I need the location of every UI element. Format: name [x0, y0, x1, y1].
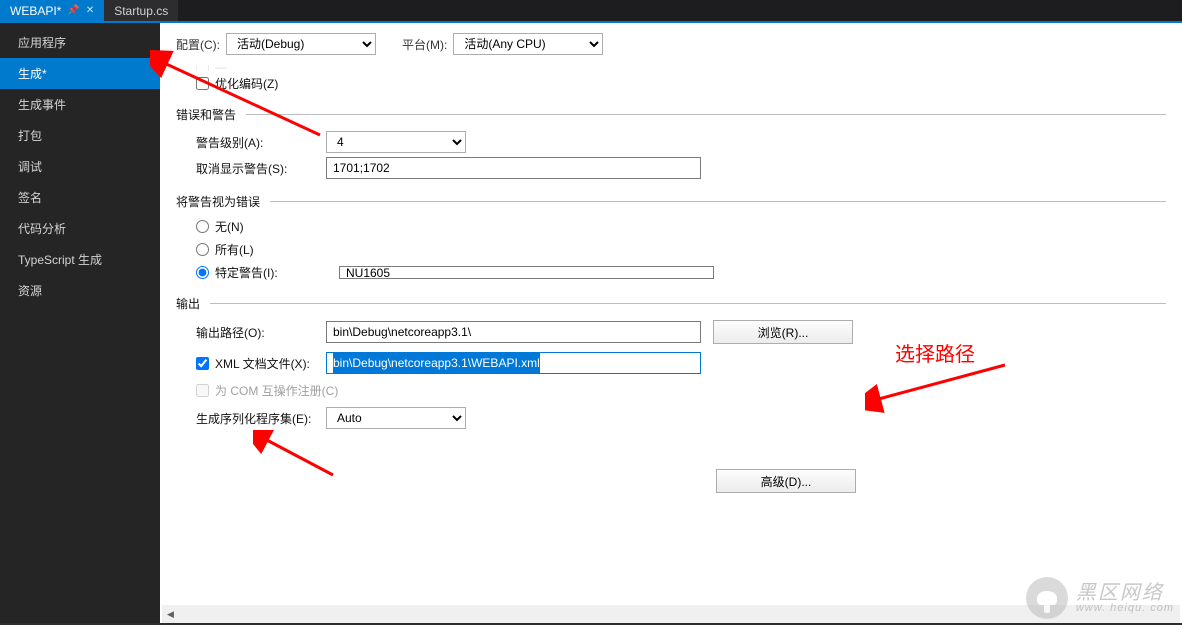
horizontal-scrollbar[interactable]: ◀	[162, 605, 1180, 623]
sidebar-item-signing[interactable]: 签名	[0, 182, 160, 213]
pin-icon[interactable]: 📌	[67, 5, 79, 16]
close-icon[interactable]: ✕	[86, 5, 94, 16]
advanced-button[interactable]: 高级(D)...	[716, 469, 856, 493]
tab-strip-fill	[178, 0, 1182, 21]
platform-label-wrap: 平台(M): 活动(Any CPU)	[402, 33, 603, 55]
sidebar-item-debug[interactable]: 调试	[0, 151, 160, 182]
config-label-wrap: 配置(C): 活动(Debug)	[176, 33, 376, 55]
serializer-select[interactable]: Auto	[326, 407, 466, 429]
tab-startup[interactable]: Startup.cs	[104, 0, 178, 21]
treat-specific-radio[interactable]	[196, 266, 209, 279]
topbar: 配置(C): 活动(Debug) 平台(M): 活动(Any CPU)	[160, 23, 1182, 65]
optimize-row: 优化编码(Z)	[176, 75, 1166, 92]
form-area: — 优化编码(Z) 错误和警告 警告级别(A): 4 取消显示警告	[160, 65, 1182, 623]
treat-none-label: 无(N)	[215, 218, 244, 235]
xml-doc-label: XML 文档文件(X):	[215, 355, 310, 372]
sidebar-item-package[interactable]: 打包	[0, 120, 160, 151]
treat-none-row[interactable]: 无(N)	[176, 218, 1166, 235]
serializer-label: 生成序列化程序集(E):	[196, 410, 326, 427]
output-block: 输出路径(O): 浏览(R)... XML 文档文件(X): bin\Debug…	[176, 320, 1166, 429]
output-path-row: 输出路径(O): 浏览(R)...	[176, 320, 1166, 344]
treat-all-label: 所有(L)	[215, 241, 254, 258]
xml-doc-value: bin\Debug\netcoreapp3.1\WEBAPI.xml	[333, 353, 540, 373]
sidebar: 应用程序 生成* 生成事件 打包 调试 签名 代码分析 TypeScript 生…	[0, 23, 160, 623]
section-errors-warnings: 错误和警告	[176, 106, 1166, 123]
treat-none-radio[interactable]	[196, 220, 209, 233]
tab-strip: WEBAPI* 📌 ✕ Startup.cs	[0, 0, 1182, 23]
section-output: 输出	[176, 295, 1166, 312]
scroll-left-icon[interactable]: ◀	[162, 606, 179, 623]
sidebar-item-app[interactable]: 应用程序	[0, 27, 160, 58]
com-register-checkbox	[196, 384, 209, 397]
config-label: 配置(C):	[176, 36, 220, 53]
sidebar-item-build[interactable]: 生成*	[0, 58, 160, 89]
divider	[210, 303, 1166, 304]
sidebar-item-code-analysis[interactable]: 代码分析	[0, 213, 160, 244]
config-select[interactable]: 活动(Debug)	[226, 33, 376, 55]
xml-doc-row: XML 文档文件(X): bin\Debug\netcoreapp3.1\WEB…	[176, 352, 1166, 374]
com-register-check: 为 COM 互操作注册(C)	[196, 382, 338, 399]
sidebar-item-resources[interactable]: 资源	[0, 275, 160, 306]
section-treat-as-errors: 将警告视为错误	[176, 193, 1166, 210]
truncated-row: —	[176, 65, 1166, 71]
browse-button[interactable]: 浏览(R)...	[713, 320, 853, 344]
optimize-label: 优化编码(Z)	[215, 75, 278, 92]
output-path-input[interactable]	[326, 321, 701, 343]
xml-doc-check[interactable]: XML 文档文件(X):	[196, 355, 326, 372]
content: 配置(C): 活动(Debug) 平台(M): 活动(Any CPU) —	[160, 23, 1182, 623]
com-register-label: 为 COM 互操作注册(C)	[215, 382, 338, 399]
warning-level-select[interactable]: 4	[326, 131, 466, 153]
treat-specific-label: 特定警告(I):	[215, 264, 333, 281]
divider	[246, 114, 1166, 115]
suppress-warnings-label: 取消显示警告(S):	[196, 160, 326, 177]
suppress-warnings-row: 取消显示警告(S):	[176, 157, 1166, 179]
xml-doc-checkbox[interactable]	[196, 357, 209, 370]
treat-specific-row[interactable]: 特定警告(I):	[176, 264, 1166, 281]
warning-level-row: 警告级别(A): 4	[176, 131, 1166, 153]
tab-label: WEBAPI*	[10, 4, 61, 18]
truncated-checkbox[interactable]	[196, 65, 209, 71]
advanced-row: 高级(D)...	[176, 469, 1166, 493]
platform-label: 平台(M):	[402, 36, 447, 53]
suppress-warnings-input[interactable]	[326, 157, 701, 179]
treat-all-radio[interactable]	[196, 243, 209, 256]
treat-all-row[interactable]: 所有(L)	[176, 241, 1166, 258]
platform-select[interactable]: 活动(Any CPU)	[453, 33, 603, 55]
xml-doc-input[interactable]: bin\Debug\netcoreapp3.1\WEBAPI.xml	[326, 352, 701, 374]
warning-level-label: 警告级别(A):	[196, 134, 326, 151]
sidebar-item-ts-build[interactable]: TypeScript 生成	[0, 244, 160, 275]
sidebar-item-build-events[interactable]: 生成事件	[0, 89, 160, 120]
optimize-check[interactable]: 优化编码(Z)	[196, 75, 278, 92]
section-label: 将警告视为错误	[176, 193, 260, 210]
main-split: 应用程序 生成* 生成事件 打包 调试 签名 代码分析 TypeScript 生…	[0, 23, 1182, 623]
optimize-checkbox[interactable]	[196, 77, 209, 90]
tab-webapi[interactable]: WEBAPI* 📌 ✕	[0, 0, 104, 21]
treat-specific-input[interactable]	[339, 266, 714, 279]
output-path-label: 输出路径(O):	[196, 324, 326, 341]
tab-label: Startup.cs	[114, 4, 168, 18]
divider	[270, 201, 1166, 202]
section-label: 错误和警告	[176, 106, 236, 123]
section-label: 输出	[176, 295, 200, 312]
serializer-row: 生成序列化程序集(E): Auto	[176, 407, 1166, 429]
com-register-row: 为 COM 互操作注册(C)	[176, 382, 1166, 399]
